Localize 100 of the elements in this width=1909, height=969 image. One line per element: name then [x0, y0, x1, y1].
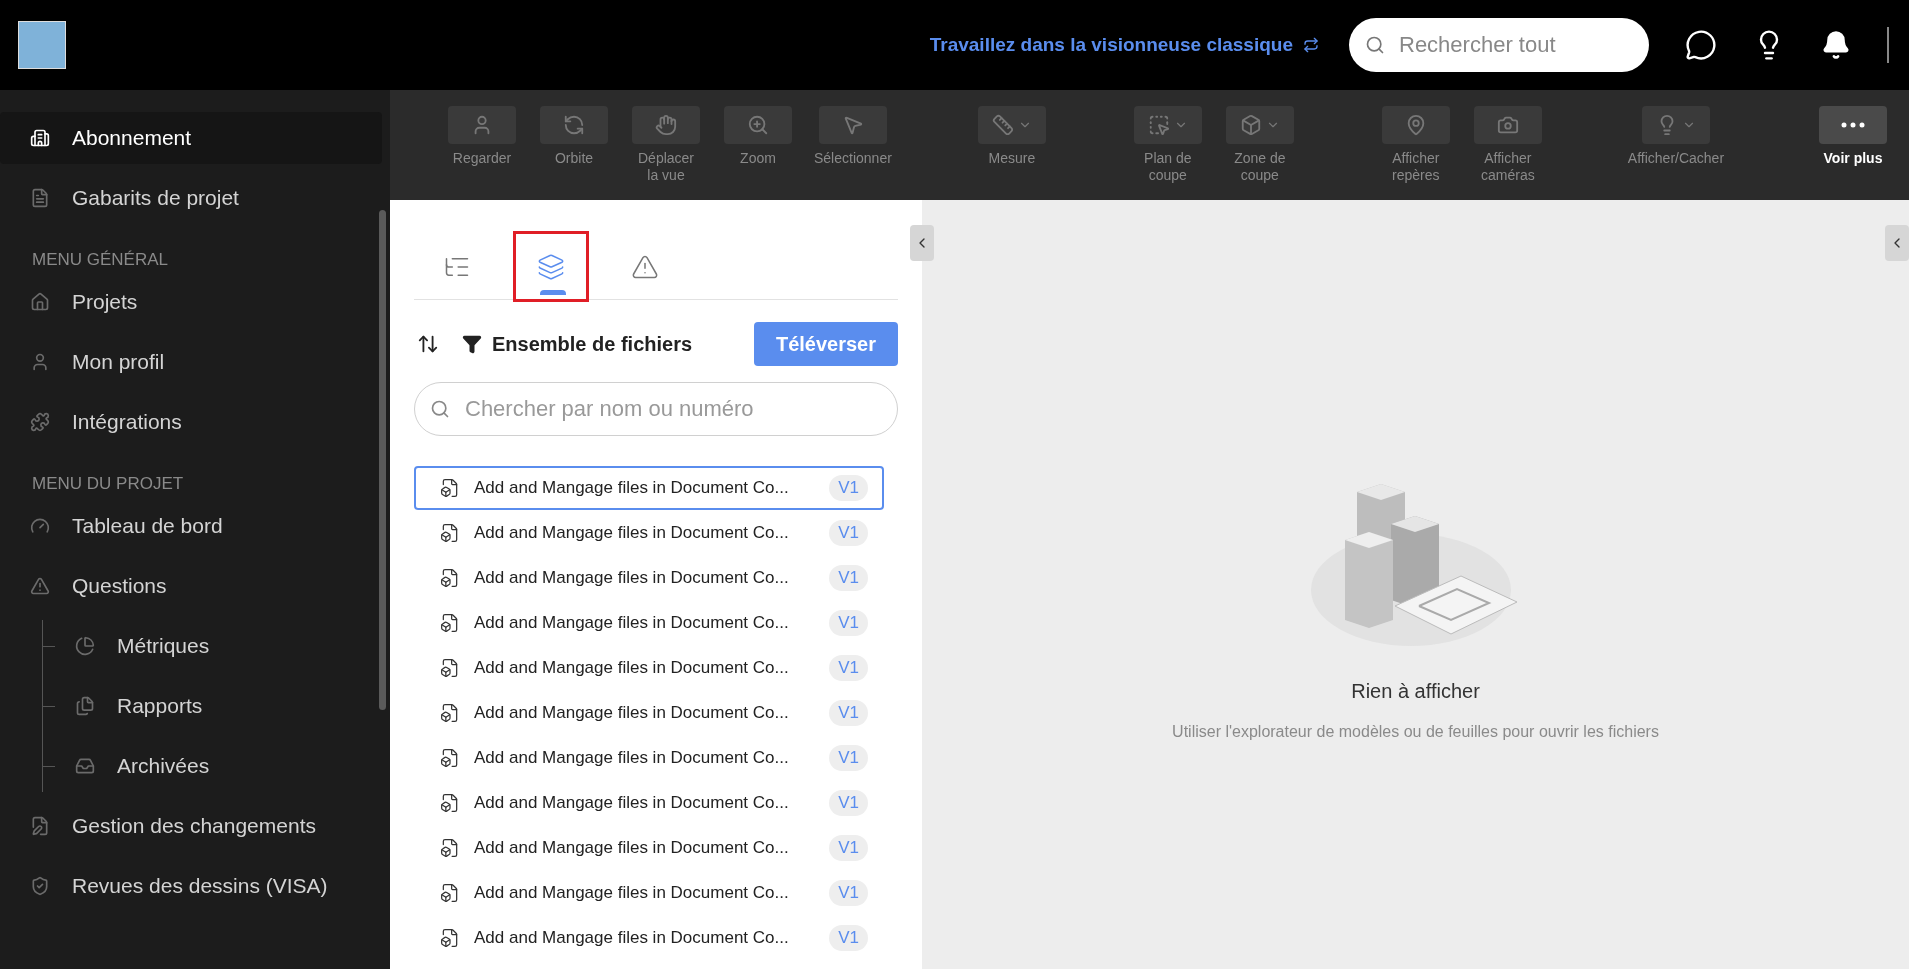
toolbar-button[interactable]: Plan de coupe: [1131, 106, 1204, 184]
file-name: Add and Mangage files in Document Co...: [474, 567, 789, 590]
classic-viewer-link[interactable]: Travaillez dans la visionneuse classique: [929, 30, 1319, 60]
sidebar-item[interactable]: Questions: [0, 560, 382, 612]
tab-indicator: [540, 290, 566, 295]
empty-state-title: Rien à afficher: [1351, 679, 1480, 704]
orbit-icon: [563, 114, 585, 136]
sidebar-item[interactable]: Intégrations: [0, 396, 382, 448]
chat-icon[interactable]: [1685, 29, 1717, 61]
file-name: Add and Mangage files in Document Co...: [474, 657, 789, 680]
toolbar-button[interactable]: Sélectionner: [814, 106, 892, 184]
cube-icon: [1239, 114, 1262, 136]
sidebar-item[interactable]: Gabarits de projet: [0, 172, 382, 224]
file-row[interactable]: Add and Mangage files in Document Co... V1: [414, 736, 884, 780]
project-thumbnail[interactable]: [18, 21, 66, 69]
search-field[interactable]: Chercher par nom ou numéro: [414, 382, 898, 436]
sidebar-item[interactable]: Archivées: [55, 740, 382, 792]
version-tag: V1: [829, 790, 868, 816]
toolbar-button[interactable]: Afficher caméras: [1471, 106, 1544, 184]
switch-icon: [1303, 37, 1319, 53]
user-icon: [30, 352, 50, 372]
search-icon: [1365, 35, 1385, 55]
file-name: Add and Mangage files in Document Co...: [474, 837, 789, 860]
pie-chart-icon: [75, 636, 95, 656]
file-row[interactable]: Add and Mangage files in Document Co... V1: [414, 691, 884, 735]
panel-tab[interactable]: [516, 234, 586, 299]
collapse-button[interactable]: [1885, 225, 1909, 261]
file-icon: [440, 568, 460, 588]
file-row[interactable]: Add and Mangage files in Document Co... V1: [414, 781, 884, 825]
document-icon: [30, 188, 50, 208]
sidebar-item[interactable]: Tableau de bord: [0, 500, 382, 552]
file-name: Add and Mangage files in Document Co...: [474, 927, 789, 950]
bell-icon[interactable]: [1821, 30, 1851, 60]
files-icon: [75, 696, 95, 716]
toolbar-button[interactable]: Zoom: [722, 106, 794, 184]
file-icon: [440, 478, 460, 498]
file-name: Add and Mangage files in Document Co...: [474, 792, 789, 815]
filter-icon: [462, 334, 482, 354]
sidebar-item[interactable]: Rapports: [55, 680, 382, 732]
file-icon: [440, 793, 460, 813]
building-icon: [30, 128, 50, 148]
gauge-icon: [30, 516, 50, 536]
version-tag: V1: [829, 745, 868, 771]
sidebar-item[interactable]: Gestion des changements: [0, 800, 382, 852]
house-icon: [30, 292, 50, 312]
search-icon: [430, 399, 450, 419]
sidebar-item[interactable]: Métriques: [55, 620, 382, 672]
version-tag: V1: [829, 655, 868, 681]
sidebar-item[interactable]: Revues des dessins (VISA): [0, 860, 382, 912]
file-row[interactable]: Add and Mangage files in Document Co... V1: [414, 511, 884, 555]
empty-state-hint: Utiliser l'explorateur de modèles ou de feuilles pour ouvrir les fichiers: [1172, 722, 1659, 742]
file-row[interactable]: Add and Mangage files in Document Co... V1: [414, 556, 884, 600]
file-row[interactable]: Add and Mangage files in Document Co... V1: [414, 871, 884, 915]
global-search-field[interactable]: Rechercher tout: [1349, 18, 1649, 72]
file-name: Add and Mangage files in Document Co...: [474, 522, 789, 545]
file-row[interactable]: Add and Mangage files in Document Co... V1: [414, 466, 884, 510]
ruler-icon: [991, 114, 1014, 136]
file-row[interactable]: Add and Mangage files in Document Co... V1: [414, 826, 884, 870]
version-tag: V1: [829, 925, 868, 951]
section-heading: MENU GÉNÉRAL: [31, 248, 170, 271]
sidebar-item[interactable]: Projets: [0, 276, 382, 328]
file-icon: [440, 838, 460, 858]
file-name: Add and Mangage files in Document Co...: [474, 747, 789, 770]
file-name: Add and Mangage files in Document Co...: [474, 612, 789, 635]
file-name: Add and Mangage files in Document Co...: [474, 882, 789, 905]
edit-document-icon: [30, 816, 50, 836]
filter-button[interactable]: Ensemble de fichiers: [462, 329, 693, 359]
file-row[interactable]: Add and Mangage files in Document Co... V1: [414, 916, 884, 960]
version-tag: V1: [829, 610, 868, 636]
version-tag: V1: [829, 520, 868, 546]
file-row[interactable]: Add and Mangage files in Document Co... V1: [414, 646, 884, 690]
toolbar-button[interactable]: Orbite: [538, 106, 610, 184]
sidebar-item[interactable]: Mon profil: [0, 336, 382, 388]
toolbar-button[interactable]: Afficher repères: [1379, 106, 1452, 184]
version-tag: V1: [829, 880, 868, 906]
version-tag: V1: [829, 835, 868, 861]
file-icon: [440, 613, 460, 633]
file-icon: [440, 658, 460, 678]
hand-icon: [655, 114, 677, 136]
zoom-icon: [747, 114, 769, 136]
file-icon: [440, 523, 460, 543]
sort-icon: [417, 333, 439, 355]
collapse-button[interactable]: [910, 225, 934, 261]
sidebar-item[interactable]: Abonnement: [0, 112, 382, 164]
layers-icon: [537, 252, 565, 281]
scrollbar[interactable]: [379, 210, 386, 710]
file-name: Add and Mangage files in Document Co...: [474, 477, 789, 500]
toolbar-button[interactable]: Déplacer la vue: [630, 106, 702, 184]
section-heading: MENU DU PROJET: [31, 472, 185, 495]
shield-check-icon: [30, 876, 50, 896]
version-tag: V1: [829, 565, 868, 591]
camera-icon: [1496, 114, 1519, 136]
version-tag: V1: [829, 475, 868, 501]
inbox-icon: [75, 756, 95, 776]
version-tag: V1: [829, 700, 868, 726]
puzzle-icon: [30, 412, 50, 432]
toolbar-button[interactable]: Zone de coupe: [1223, 106, 1296, 184]
file-row[interactable]: Add and Mangage files in Document Co... V1: [414, 601, 884, 645]
toolbar-button[interactable]: Regarder: [446, 106, 518, 184]
toolbar-button[interactable]: Afficher/Cacher: [1627, 106, 1725, 167]
